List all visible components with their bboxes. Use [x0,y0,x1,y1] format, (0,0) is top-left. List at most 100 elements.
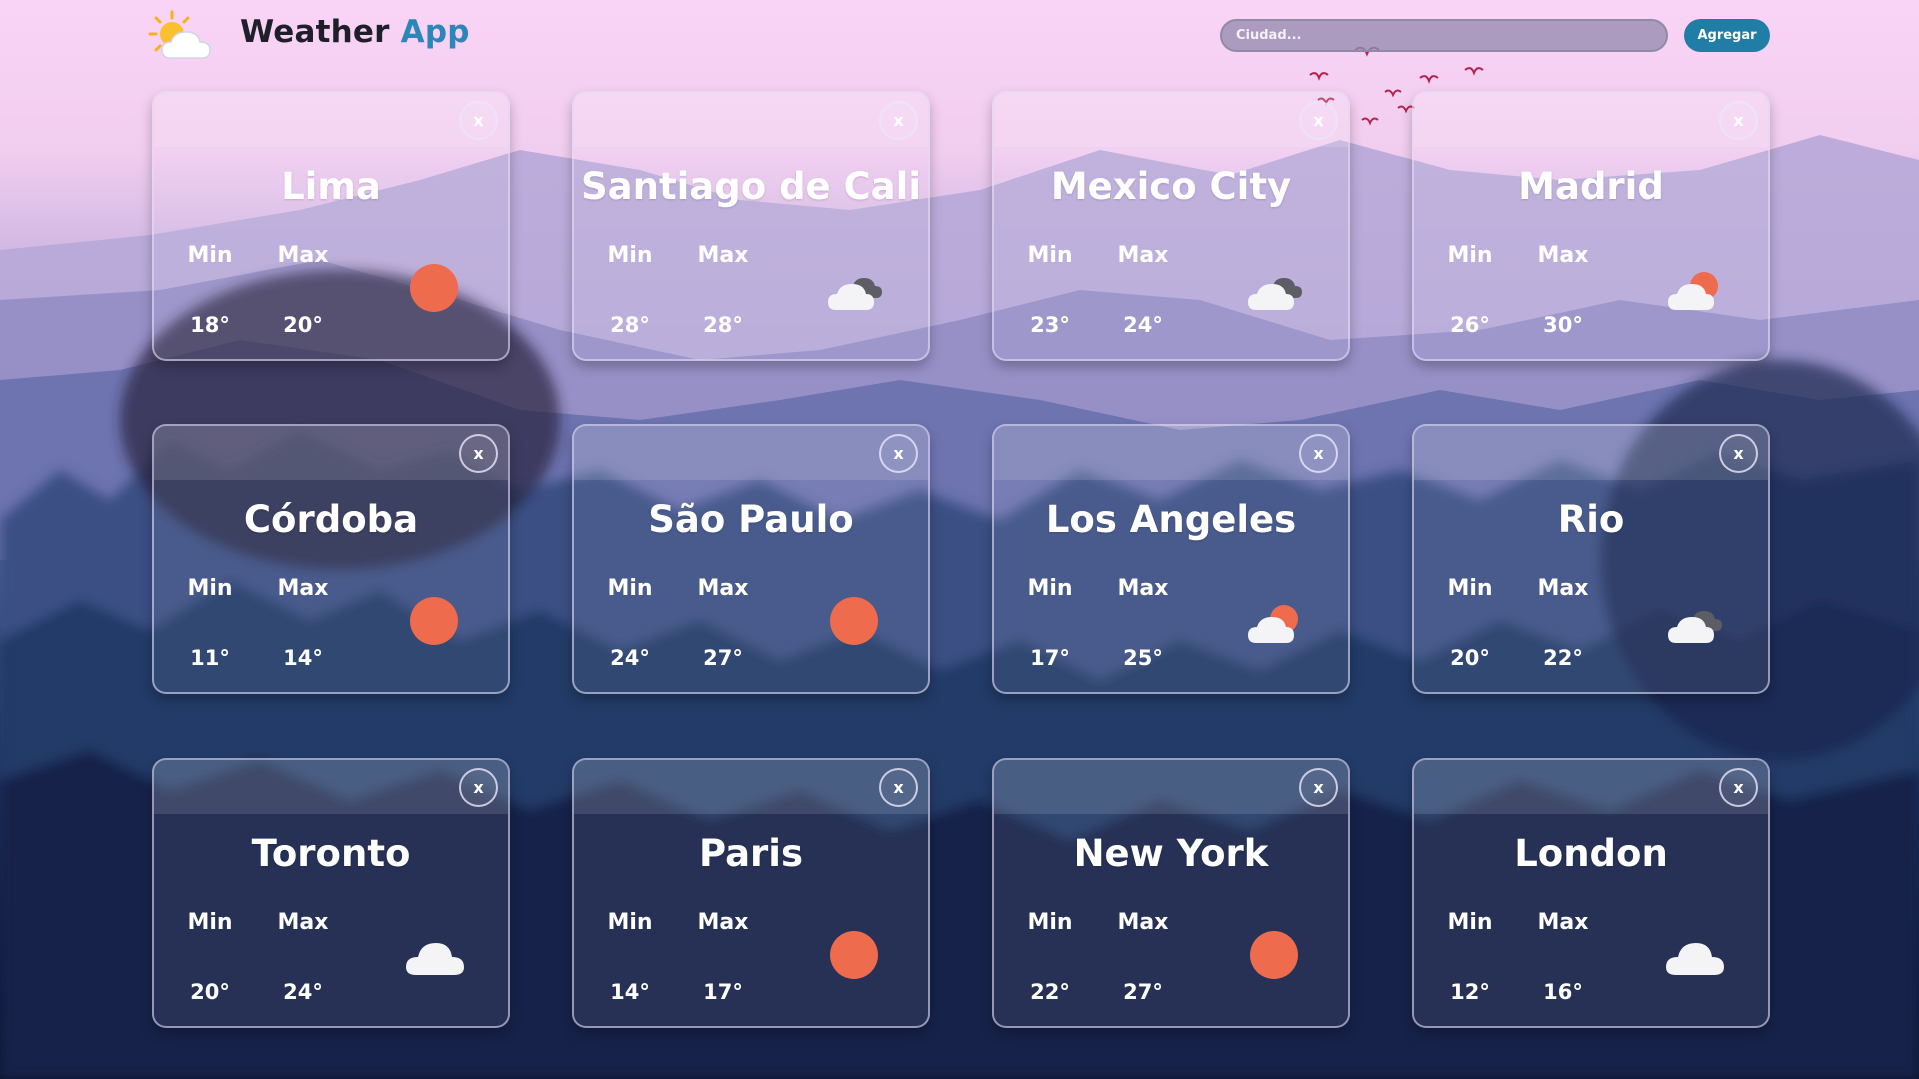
city-card: x Toronto Min Max 20° 24° [152,758,510,1028]
min-temp: 17° [1030,646,1070,670]
city-name: Paris [698,832,804,875]
city-card: x Santiago de Cali Min Max 28° 28° [572,91,930,361]
max-label: Max [1117,243,1169,268]
max-temp: 17° [703,980,743,1004]
city-name: Los Angeles [1045,498,1297,541]
min-temp: 11° [190,646,230,670]
card-header [1414,760,1768,814]
close-card-button[interactable]: x [1719,101,1758,140]
min-temp: 23° [1030,313,1070,337]
sun-icon [830,597,878,645]
max-label: Max [1537,576,1589,601]
city-name: Lima [281,165,381,208]
card-header [154,93,508,147]
city-name: Santiago de Cali [580,165,922,208]
close-card-button[interactable]: x [1299,434,1338,473]
max-label: Max [1537,243,1589,268]
card-header [994,760,1348,814]
card-header [574,760,928,814]
min-label: Min [1027,910,1073,935]
close-card-button[interactable]: x [879,768,918,807]
city-card: x São Paulo Min Max 24° 27° [572,424,930,694]
max-temp: 16° [1543,980,1583,1004]
min-temp: 22° [1030,980,1070,1004]
city-card: x Mexico City Min Max 23° 24° [992,91,1350,361]
card-header [574,426,928,480]
close-card-button[interactable]: x [459,101,498,140]
min-temp: 20° [1450,646,1490,670]
city-card: x Rio Min Max 20° 22° [1412,424,1770,694]
card-header [994,426,1348,480]
min-label: Min [607,576,653,601]
dark-clouds-icon [828,278,882,310]
close-card-button[interactable]: x [879,101,918,140]
city-name: Mexico City [1050,165,1292,208]
min-temp: 14° [610,980,650,1004]
max-label: Max [1117,910,1169,935]
city-card: x Los Angeles Min Max 17° 25° [992,424,1350,694]
max-temp: 25° [1123,646,1163,670]
close-card-button[interactable]: x [459,434,498,473]
max-temp: 30° [1543,313,1583,337]
sun-icon [410,264,458,312]
max-temp: 24° [1123,313,1163,337]
max-label: Max [697,243,749,268]
min-label: Min [607,910,653,935]
max-temp: 14° [283,646,323,670]
city-card: x Lima Min Max 18° 20° [152,91,510,361]
max-label: Max [277,243,329,268]
card-header [1414,93,1768,147]
max-label: Max [1117,576,1169,601]
city-card: x London Min Max 12° 16° [1412,758,1770,1028]
card-header [154,426,508,480]
min-label: Min [1447,243,1493,268]
sun-behind-cloud-icon [1668,272,1718,310]
min-label: Min [187,576,233,601]
cloud-icon [1666,943,1724,975]
max-label: Max [1537,910,1589,935]
max-temp: 22° [1543,646,1583,670]
sun-icon [1250,931,1298,979]
city-name: São Paulo [648,498,854,541]
sun-icon [830,931,878,979]
min-label: Min [187,910,233,935]
city-name: New York [1073,832,1269,875]
sun-icon [410,597,458,645]
close-card-button[interactable]: x [1299,768,1338,807]
max-label: Max [277,910,329,935]
cloud-icon [406,943,464,975]
city-card: x Madrid Min Max 26° 30° [1412,91,1770,361]
min-temp: 18° [190,313,230,337]
max-label: Max [697,576,749,601]
city-name: Madrid [1518,165,1664,208]
city-cards-grid: x Lima Min Max 18° 20° x Santiago de Cal… [0,0,1919,1079]
close-card-button[interactable]: x [1719,434,1758,473]
city-card: x Córdoba Min Max 11° 14° [152,424,510,694]
max-temp: 24° [283,980,323,1004]
dark-clouds-icon [1668,611,1722,643]
city-name: Rio [1557,498,1625,541]
min-temp: 28° [610,313,650,337]
close-card-button[interactable]: x [459,768,498,807]
max-temp: 20° [283,313,323,337]
min-label: Min [1447,576,1493,601]
max-temp: 27° [703,646,743,670]
min-label: Min [1447,910,1493,935]
close-card-button[interactable]: x [1299,101,1338,140]
close-card-button[interactable]: x [1719,768,1758,807]
min-label: Min [1027,243,1073,268]
min-temp: 20° [190,980,230,1004]
min-label: Min [607,243,653,268]
city-name: Córdoba [243,498,419,541]
min-temp: 26° [1450,313,1490,337]
max-temp: 27° [1123,980,1163,1004]
dark-clouds-icon [1248,278,1302,310]
close-card-button[interactable]: x [879,434,918,473]
min-temp: 24° [610,646,650,670]
min-temp: 12° [1450,980,1490,1004]
min-label: Min [187,243,233,268]
city-name: London [1514,832,1668,875]
card-header [154,760,508,814]
card-header [574,93,928,147]
city-name: Toronto [251,832,411,875]
